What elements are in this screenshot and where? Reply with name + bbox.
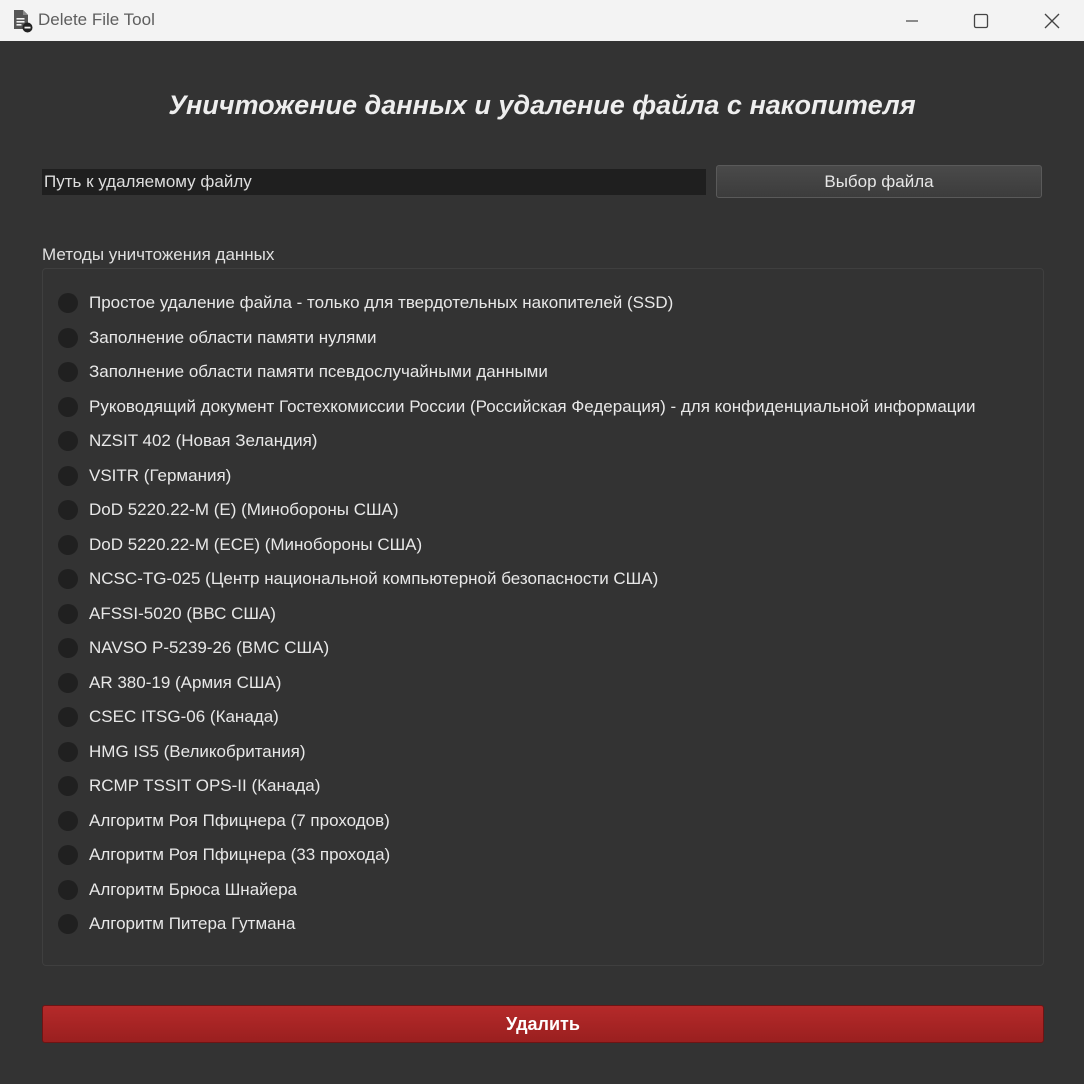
- radio-unchecked-icon[interactable]: [58, 396, 78, 417]
- method-option[interactable]: RCMP TSSIT OPS-II (Канада): [58, 769, 976, 804]
- method-option[interactable]: Простое удаление файла - только для твер…: [58, 286, 976, 321]
- method-option[interactable]: AR 380-19 (Армия США): [58, 666, 976, 701]
- radio-unchecked-icon[interactable]: [58, 603, 78, 624]
- method-option-label: Заполнение области памяти нулями: [89, 327, 377, 347]
- minimize-button[interactable]: [877, 0, 947, 41]
- radio-unchecked-icon[interactable]: [58, 672, 78, 693]
- method-option[interactable]: Заполнение области памяти нулями: [58, 321, 976, 356]
- method-option-label: HMG IS5 (Великобритания): [89, 741, 306, 761]
- radio-unchecked-icon[interactable]: [58, 534, 78, 555]
- method-option[interactable]: DoD 5220.22-M (E) (Минобороны США): [58, 493, 976, 528]
- radio-unchecked-icon[interactable]: [58, 810, 78, 831]
- radio-unchecked-icon[interactable]: [58, 362, 78, 383]
- methods-list: Простое удаление файла - только для твер…: [58, 286, 976, 942]
- method-option[interactable]: VSITR (Германия): [58, 459, 976, 494]
- method-option-label: NCSC-TG-025 (Центр национальной компьюте…: [89, 569, 659, 589]
- method-option-label: Руководящий документ Гостехкомиссии Росс…: [89, 396, 976, 416]
- window-title: Delete File Tool: [38, 10, 155, 29]
- method-option-label: CSEC ITSG-06 (Канада): [89, 707, 279, 727]
- maximize-button[interactable]: [946, 0, 1016, 41]
- radio-unchecked-icon[interactable]: [58, 465, 78, 486]
- method-option[interactable]: NZSIT 402 (Новая Зеландия): [58, 424, 976, 459]
- radio-unchecked-icon[interactable]: [58, 638, 78, 659]
- method-option-label: VSITR (Германия): [89, 465, 232, 485]
- radio-unchecked-icon[interactable]: [58, 845, 78, 866]
- radio-unchecked-icon[interactable]: [58, 879, 78, 900]
- radio-unchecked-icon[interactable]: [58, 914, 78, 935]
- method-option-label: NAVSO P-5239-26 (ВМС США): [89, 638, 330, 658]
- method-option[interactable]: HMG IS5 (Великобритания): [58, 735, 976, 770]
- radio-unchecked-icon[interactable]: [58, 569, 78, 590]
- method-option[interactable]: Алгоритм Роя Пфицнера (7 проходов): [58, 804, 976, 839]
- method-option-label: Алгоритм Брюса Шнайера: [89, 879, 298, 899]
- close-button[interactable]: [1017, 0, 1084, 41]
- app-window: Delete File Tool Уничтожение данных и уд…: [0, 0, 1084, 1084]
- method-option[interactable]: Алгоритм Брюса Шнайера: [58, 873, 976, 908]
- close-icon: [1044, 13, 1060, 29]
- delete-button[interactable]: Удалить: [42, 1005, 1044, 1043]
- maximize-icon: [973, 13, 989, 29]
- file-delete-icon: [12, 9, 34, 33]
- method-option[interactable]: Заполнение области памяти псевдослучайны…: [58, 355, 976, 390]
- radio-unchecked-icon[interactable]: [58, 707, 78, 728]
- radio-unchecked-icon[interactable]: [58, 776, 78, 797]
- page-title: Уничтожение данных и удаление файла с на…: [168, 90, 916, 120]
- method-option-label: Заполнение области памяти псевдослучайны…: [89, 362, 548, 382]
- minimize-icon: [905, 14, 919, 28]
- method-option-label: DoD 5220.22-M (ECE) (Минобороны США): [89, 534, 423, 554]
- method-option[interactable]: Алгоритм Роя Пфицнера (33 прохода): [58, 838, 976, 873]
- method-option-label: AR 380-19 (Армия США): [89, 672, 282, 692]
- method-option-label: Алгоритм Роя Пфицнера (33 прохода): [89, 845, 391, 865]
- radio-unchecked-icon[interactable]: [58, 500, 78, 521]
- method-option-label: AFSSI-5020 (ВВС США): [89, 603, 276, 623]
- method-option[interactable]: NCSC-TG-025 (Центр национальной компьюте…: [58, 562, 976, 597]
- methods-label: Методы уничтожения данных: [42, 245, 275, 264]
- radio-unchecked-icon[interactable]: [58, 741, 78, 762]
- radio-unchecked-icon[interactable]: [58, 431, 78, 452]
- method-option-label: DoD 5220.22-M (E) (Минобороны США): [89, 500, 399, 520]
- method-option-label: RCMP TSSIT OPS-II (Канада): [89, 776, 321, 796]
- method-option-label: NZSIT 402 (Новая Зеландия): [89, 431, 318, 451]
- choose-file-button[interactable]: Выбор файла: [716, 165, 1042, 198]
- method-option-label: Простое удаление файла - только для твер…: [89, 293, 674, 313]
- method-option-label: Алгоритм Роя Пфицнера (7 проходов): [89, 810, 390, 830]
- method-option[interactable]: Алгоритм Питера Гутмана: [58, 907, 976, 942]
- method-option[interactable]: NAVSO P-5239-26 (ВМС США): [58, 631, 976, 666]
- method-option[interactable]: Руководящий документ Гостехкомиссии Росс…: [58, 390, 976, 425]
- method-option[interactable]: DoD 5220.22-M (ECE) (Минобороны США): [58, 528, 976, 563]
- file-path-input[interactable]: [42, 169, 706, 195]
- radio-unchecked-icon[interactable]: [58, 327, 78, 348]
- method-option[interactable]: CSEC ITSG-06 (Канада): [58, 700, 976, 735]
- method-option[interactable]: AFSSI-5020 (ВВС США): [58, 597, 976, 632]
- method-option-label: Алгоритм Питера Гутмана: [89, 914, 296, 934]
- title-bar[interactable]: Delete File Tool: [0, 0, 1084, 41]
- radio-unchecked-icon[interactable]: [58, 293, 78, 314]
